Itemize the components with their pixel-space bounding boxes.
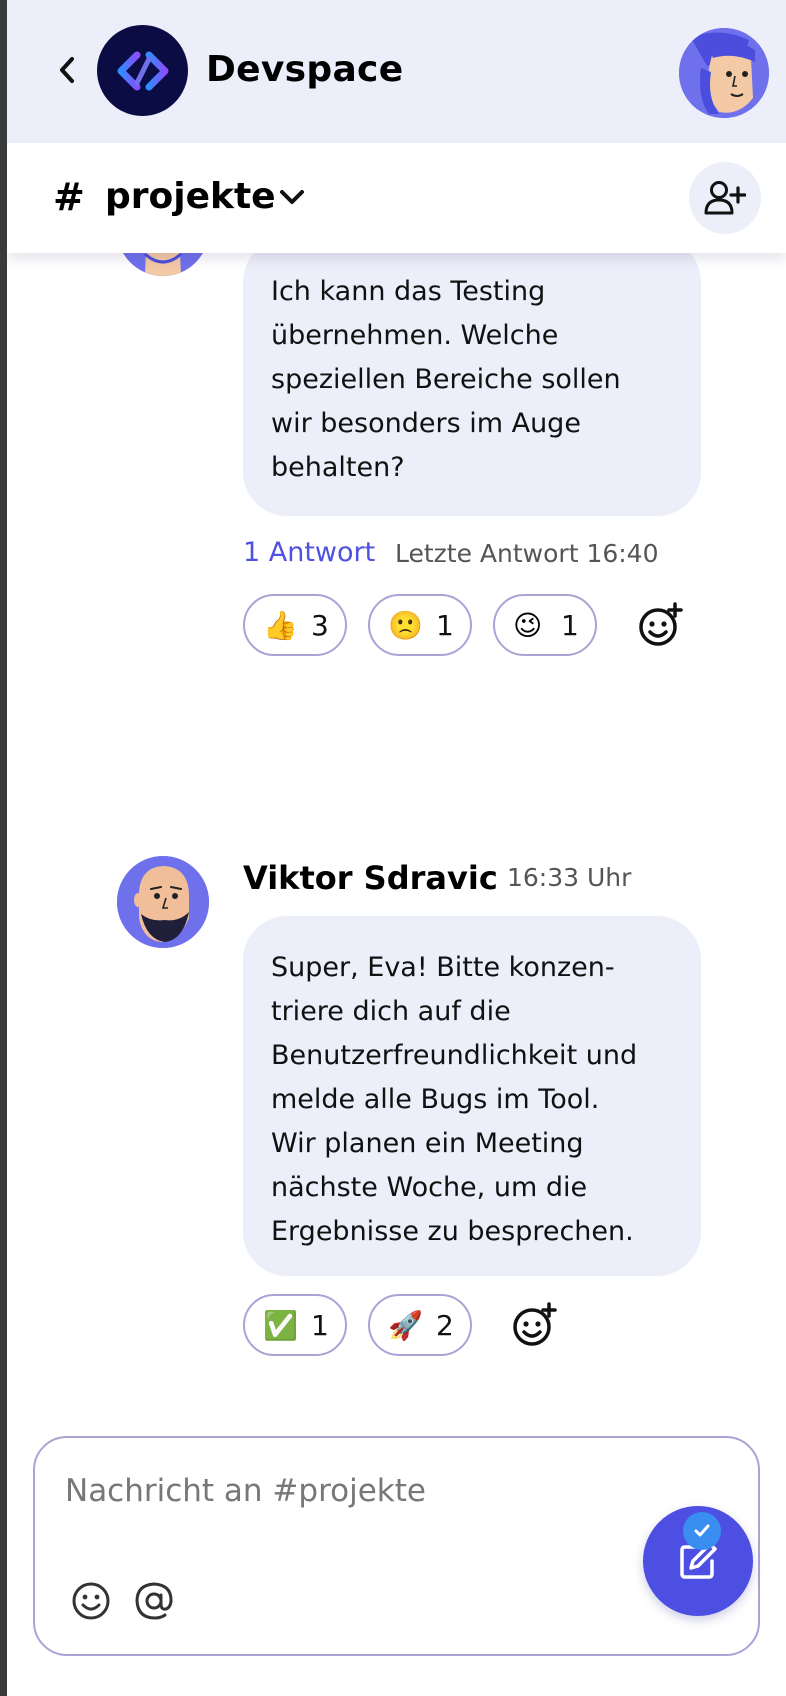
message-text-line: triere dich auf die	[271, 996, 511, 1027]
user-avatar-woman	[679, 28, 769, 118]
chat-app: Devspace Ich kann das Testing übernehmen…	[7, 0, 786, 1696]
message-bubble: Super, Eva! Bitte konzen- triere dich au…	[243, 916, 701, 1276]
message-text-line: Super, Eva! Bitte konzen-	[271, 952, 615, 983]
at-sign-icon	[135, 1582, 173, 1620]
message-text-line: melde alle Bugs im Tool.	[271, 1084, 600, 1115]
reaction-count: 3	[311, 609, 329, 642]
user-plus-icon	[704, 181, 746, 215]
devspace-logo-icon	[117, 51, 168, 90]
back-button[interactable]	[52, 50, 82, 90]
reaction-emoji: 🙁	[388, 609, 423, 642]
check-icon	[694, 1524, 710, 1537]
add-member-button[interactable]	[689, 162, 761, 234]
app-title: Devspace	[206, 49, 404, 90]
thread-replies-link[interactable]: 1 Antwort	[243, 534, 375, 572]
reaction-emoji: 👍	[263, 609, 298, 642]
message-text-line: Ergebnisse zu besprechen.	[271, 1216, 634, 1247]
message-text-line: wir besonders im Auge	[271, 408, 581, 439]
message-author[interactable]: Viktor Sdravic	[243, 856, 498, 900]
app-logo	[97, 25, 188, 116]
message-text-line: Wir planen ein Meeting	[271, 1128, 584, 1159]
reaction-count: 1	[436, 609, 454, 642]
window-edge	[0, 0, 7, 1696]
reaction-count: 1	[561, 609, 579, 642]
channel-dropdown-button[interactable]	[275, 180, 309, 214]
emoji-picker-button[interactable]	[70, 1580, 112, 1622]
message-timestamp: 16:33 Uhr	[507, 863, 632, 892]
reaction-count: 2	[436, 1309, 454, 1342]
reaction-emoji: ✅	[263, 1309, 298, 1342]
message-text-line: speziellen Bereiche sollen	[271, 364, 621, 395]
message-text-line: Benutzerfreundlichkeit und	[271, 1040, 638, 1071]
message-text-line: Ich kann das Testing	[271, 276, 546, 307]
avatar-bearded-man	[117, 856, 209, 948]
message-input[interactable]	[65, 1468, 585, 1514]
message-text-line: nächste Woche, um die	[271, 1172, 588, 1203]
smiley-icon	[72, 1582, 110, 1620]
add-reaction-icon	[639, 602, 683, 646]
reaction-emoji: 🚀	[388, 1309, 423, 1342]
add-reaction-button[interactable]	[511, 1302, 557, 1348]
add-reaction-button[interactable]	[637, 602, 683, 648]
fab-badge	[683, 1512, 721, 1550]
thread-last-reply: Letzte Antwort 16:40	[395, 539, 659, 568]
chevron-left-icon	[60, 57, 74, 83]
mention-button[interactable]	[133, 1580, 175, 1622]
reaction-chip[interactable]: 😉 1	[493, 594, 597, 656]
reaction-chip[interactable]: 🙁 1	[368, 594, 472, 656]
channel-hash-icon: #	[53, 175, 85, 219]
reaction-count: 1	[311, 1309, 329, 1342]
message-text-line: übernehmen. Welche	[271, 320, 559, 351]
reaction-emoji: 😉	[513, 609, 543, 642]
chevron-down-icon	[280, 190, 304, 204]
reaction-chip[interactable]: 🚀 2	[368, 1294, 472, 1356]
add-reaction-icon	[513, 1302, 557, 1346]
message-text-line: behalten?	[271, 452, 405, 483]
channel-name[interactable]: projekte	[105, 172, 276, 222]
reaction-chip[interactable]: ✅ 1	[243, 1294, 347, 1356]
reaction-chip[interactable]: 👍 3	[243, 594, 347, 656]
message-bubble: Ich kann das Testing übernehmen. Welche …	[243, 238, 701, 516]
message-avatar[interactable]	[117, 856, 209, 948]
user-avatar[interactable]	[679, 28, 769, 118]
